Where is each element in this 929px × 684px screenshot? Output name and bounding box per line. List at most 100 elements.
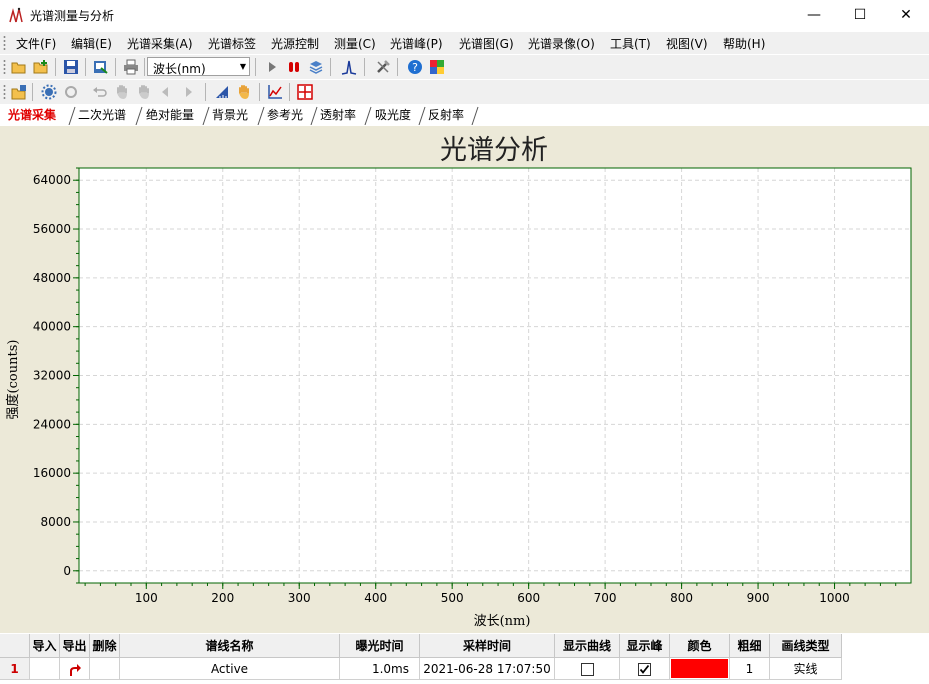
exposure-value: 1.0ms (340, 658, 420, 680)
peak-button[interactable] (340, 58, 358, 76)
tab-divider (135, 106, 143, 125)
menu-tools[interactable]: 工具(T) (610, 35, 651, 52)
header-width: 粗细 (730, 634, 770, 658)
x-tick-label: 200 (211, 591, 234, 605)
x-tick-label: 600 (517, 591, 540, 605)
gear-icon (41, 84, 57, 100)
undo-icon (93, 87, 107, 97)
hand-icon (239, 85, 249, 99)
crosshair-button[interactable] (296, 83, 314, 101)
color-swatch[interactable] (671, 659, 728, 678)
delete-cell[interactable] (90, 658, 120, 680)
pan-button[interactable] (113, 83, 131, 101)
x-tick-label: 100 (135, 591, 158, 605)
show-peak-checkbox[interactable] (638, 663, 651, 676)
svg-text:?: ? (412, 61, 418, 74)
save-button[interactable] (62, 58, 80, 76)
forward-button[interactable] (179, 83, 197, 101)
tab-absorbance[interactable]: 吸光度 (375, 106, 411, 126)
tools-button[interactable] (374, 58, 392, 76)
color-palette-button[interactable] (428, 58, 446, 76)
export-icon (94, 61, 108, 74)
menu-record[interactable]: 光谱录像(O) (528, 35, 595, 52)
export-arrow-icon (69, 663, 81, 676)
y-tick-label: 40000 (33, 320, 71, 334)
new-folder-icon (33, 60, 48, 74)
tab-background[interactable]: 背景光 (212, 106, 248, 126)
play-button[interactable] (263, 58, 281, 76)
line-chart-icon (268, 85, 282, 99)
menu-measure[interactable]: 测量(C) (334, 35, 376, 52)
maximize-icon: ☐ (853, 7, 867, 23)
toolbar-separator (259, 83, 260, 101)
toolbar-separator (205, 83, 206, 101)
show-curve-checkbox[interactable] (580, 663, 594, 676)
help-button[interactable]: ? (406, 58, 424, 76)
tab-secondary-spectrum[interactable]: 二次光谱 (78, 106, 126, 126)
toolbar-separator (32, 83, 33, 101)
pause-button[interactable] (285, 58, 303, 76)
open-folder-icon (11, 62, 26, 74)
play-icon (269, 62, 276, 72)
x-axis-label: 波长(nm) (474, 614, 531, 629)
tab-spectrum-acquire[interactable]: 光谱采集 (8, 106, 56, 126)
x-tick-label: 500 (441, 591, 464, 605)
main-toolbar: 波长(nm) ▼ ? (0, 55, 929, 79)
export-cell[interactable] (60, 658, 90, 680)
save-icon (64, 60, 78, 74)
menu-peak[interactable]: 光谱峰(P) (390, 35, 443, 52)
y-tick-label: 16000 (33, 466, 71, 480)
unit-select-value: 波长(nm) (153, 62, 206, 76)
tab-transmittance[interactable]: 透射率 (320, 106, 356, 126)
minimize-button[interactable]: — (791, 0, 837, 30)
chart-button[interactable] (266, 83, 284, 101)
back-button[interactable] (157, 83, 175, 101)
spectrum-name: Active (120, 658, 340, 680)
tab-reflectance[interactable]: 反射率 (428, 106, 464, 126)
undo-button[interactable] (91, 83, 109, 101)
menu-acquire[interactable]: 光谱采集(A) (127, 35, 193, 52)
header-delete[interactable]: 删除 (90, 634, 120, 658)
measure-button[interactable] (213, 83, 231, 101)
width-value[interactable]: 1 (730, 658, 770, 680)
header-import[interactable]: 导入 (30, 634, 60, 658)
tab-reference[interactable]: 参考光 (267, 106, 303, 126)
pan-alt-button[interactable] (135, 83, 153, 101)
tab-divider (310, 106, 318, 125)
y-tick-label: 8000 (40, 515, 71, 529)
toolbar-separator (85, 58, 86, 76)
grab-button[interactable] (235, 83, 253, 101)
new-folder-button[interactable] (32, 58, 50, 76)
menu-label[interactable]: 光谱标签 (208, 35, 256, 52)
continuous-button[interactable] (307, 58, 325, 76)
line-type-value[interactable]: 实线 (770, 658, 842, 680)
y-tick-label: 0 (63, 564, 71, 578)
export-button[interactable] (92, 58, 110, 76)
settings-button[interactable] (40, 83, 58, 101)
hand-icon (139, 85, 149, 99)
header-export[interactable]: 导出 (60, 634, 90, 658)
pause-icon (289, 62, 299, 72)
header-index (0, 634, 30, 658)
header-show-peak: 显示峰 (620, 634, 670, 658)
menu-view[interactable]: 视图(V) (666, 35, 708, 52)
import-cell[interactable] (30, 658, 60, 680)
arrow-left-icon (162, 87, 168, 97)
maximize-button[interactable]: ☐ (837, 0, 883, 30)
menu-light-source[interactable]: 光源控制 (271, 35, 319, 52)
menu-file[interactable]: 文件(F) (16, 35, 56, 52)
tab-absolute-energy[interactable]: 绝对能量 (146, 106, 194, 126)
menu-help[interactable]: 帮助(H) (723, 35, 765, 52)
spectrum-plot[interactable]: 100 200 300 400 500 600 700 800 900 1000 0 8000 1600… (0, 126, 929, 633)
menu-graph[interactable]: 光谱图(G) (459, 35, 514, 52)
print-button[interactable] (122, 58, 140, 76)
unit-select[interactable]: 波长(nm) ▼ (147, 57, 250, 76)
tools-icon (377, 60, 390, 73)
y-tick-label: 56000 (33, 222, 71, 236)
refresh-button[interactable] (62, 83, 80, 101)
toolbar-separator (289, 83, 290, 101)
load-chart-button[interactable] (10, 83, 28, 101)
menu-edit[interactable]: 编辑(E) (71, 35, 112, 52)
open-folder-button[interactable] (10, 58, 28, 76)
close-button[interactable]: ✕ (883, 0, 929, 30)
